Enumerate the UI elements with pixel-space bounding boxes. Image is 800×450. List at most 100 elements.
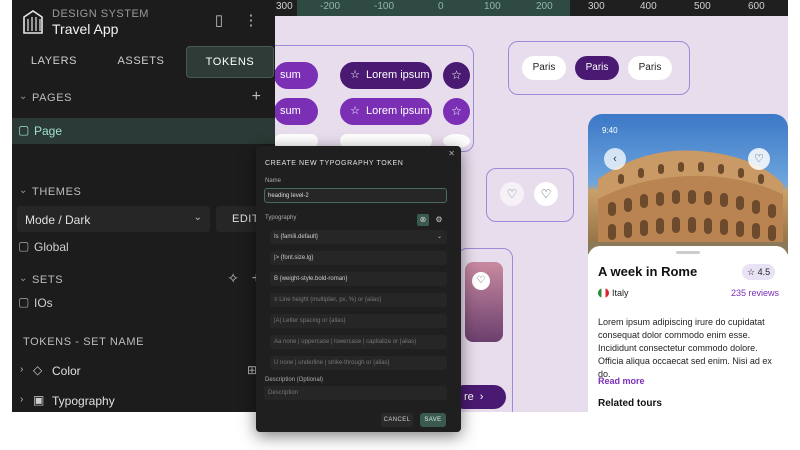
ruler-tick: 500 [694,1,711,12]
tab-tokens[interactable]: TOKENS [186,46,274,78]
chevron-down-icon: ⌄ [19,273,28,284]
theme-mode-select[interactable]: Mode / Dark ⌄ [17,206,210,232]
add-page-icon[interactable]: + [252,88,261,106]
tour-card: A week in Rome ☆ 4.5 Italy 235 reviews L… [588,246,788,412]
sidebar-item-ios[interactable]: ▢ IOs ✓ [12,290,275,316]
themes-section-header[interactable]: ⌄ THEMES [12,180,275,204]
font-family-field[interactable]: Is {famili.default} ⌄ [270,230,447,244]
chevron-left-icon: ‹ [613,153,617,165]
heart-icon-button[interactable]: ♡ [534,182,558,206]
letter-spacing-field[interactable]: |A| Letter spacing or {alias} [270,314,447,328]
tab-assets[interactable]: ASSETS [98,46,184,76]
font-weight-field[interactable]: B {weight-style.bold-roman} [270,272,447,286]
chevron-down-icon: ⌄ [19,91,28,102]
token-name-input[interactable]: heading level-2 [264,188,447,203]
sidebar-item-global[interactable]: ▢ Global ✓ [12,234,275,260]
token-group-color[interactable]: › ◇ Color ⊞ [12,358,275,384]
sidebar-header: DESIGN SYSTEM Travel App ▯ ⋮ [12,0,275,44]
app-logo-icon [23,10,43,34]
text-decoration-field[interactable]: U none | underline | strike-through or {… [270,356,447,370]
name-label: Name [265,178,282,184]
rating-badge: ☆ 4.5 [742,264,776,280]
chip-label: re [464,391,474,403]
ruler-tick: 400 [640,1,657,12]
font-family-value: {famili.default} [280,234,319,240]
global-label: Global [34,240,69,254]
ruler-tick: 100 [484,1,501,12]
font-size-value: {font.size.lg} [280,255,314,261]
chevron-down-icon: ⌄ [19,185,28,196]
ruler-tick: 200 [536,1,553,12]
drag-handle[interactable] [676,251,700,254]
italy-flag-icon [598,288,609,298]
tour-description: Lorem ipsum adipiscing irure do cupidata… [598,317,772,379]
settings-icon[interactable]: ⚙ [433,214,445,226]
more-vertical-icon[interactable]: ⋮ [242,12,260,30]
back-button[interactable]: ‹ [604,148,626,170]
star-icon: ☆ [747,267,758,277]
description-input[interactable]: Description [264,386,447,400]
tokens-sidebar: DESIGN SYSTEM Travel App ▯ ⋮ LAYERS ASSE… [12,0,275,412]
token-group-typography[interactable]: › ▣ Typography [12,388,275,414]
chip-button[interactable]: sum☆ [274,98,318,144]
sidebar-item-page[interactable]: ▢ Page [12,118,275,144]
themes-section-title: THEMES [32,186,82,198]
text-case-field[interactable]: Aa none | uppercase | lowercase | capita… [270,335,447,349]
ruler-tick: 600 [748,1,765,12]
font-weight-icon: B [274,276,279,282]
chip-label: Lorem ipsum [366,105,430,117]
text-decoration-placeholder: none | underline | strike-through or {al… [280,360,390,366]
tab-layers[interactable]: LAYERS [12,46,96,76]
token-group-label: Typography [52,394,115,408]
reviews-link[interactable]: 235 reviews [731,288,779,298]
star-icon-button[interactable]: ☆ [443,98,470,125]
ruler-tick: -100 [374,1,395,12]
favorite-button[interactable]: ♡ [748,148,770,170]
close-icon[interactable]: ✕ [448,149,455,158]
line-height-icon: ≡ [274,297,278,303]
sparkle-icon[interactable]: ✧ [227,270,239,287]
chip-button[interactable]: ☆ Lorem ipsum [340,98,432,125]
sidebar-tabs: LAYERS ASSETS TOKENS [12,46,275,78]
phone-mockup[interactable]: 9:40 ‹ ♡ A week in Rome ☆ 4.5 Italy 235 … [588,114,788,412]
font-size-field[interactable]: |> {font.size.lg} [270,251,447,265]
token-group-label: Color [52,364,81,378]
ruler-tick: -200 [320,1,341,12]
sets-section-header[interactable]: ⌄ SETS ✧ + [12,268,275,292]
text-case-placeholder: none | uppercase | lowercase | capitaliz… [283,339,417,345]
chip-label: Lorem ipsum [366,69,430,81]
heart-icon: ♡ [540,187,552,201]
read-more-link[interactable]: Read more [598,376,645,386]
page-label: Page [34,124,63,138]
link-icon[interactable]: ⊗ [417,214,429,226]
file-icon: ▢ [18,123,30,137]
colosseum-illustration [588,150,788,254]
heart-icon-button[interactable]: ♡ [500,182,524,206]
create-typography-token-dialog: CREATE NEW TYPOGRAPHY TOKEN ✕ Name headi… [256,146,461,432]
typography-label: Typography [265,215,297,221]
save-button[interactable]: SAVE [420,413,446,427]
chip-label: sum [280,69,301,81]
heart-icon-button[interactable]: ♡ [472,272,490,290]
star-icon: ☆ [350,105,360,117]
phone-status-time: 9:40 [602,126,618,135]
pages-section-header[interactable]: ⌄ PAGES + [12,86,275,110]
heart-icon: ♡ [476,275,486,286]
tokens-set-title: TOKENS - SET NAME [23,336,145,348]
theme-mode-value: Mode / Dark [25,213,91,227]
star-icon-button[interactable]: ☆ [443,62,470,89]
star-icon: ☆ [451,104,462,118]
font-weight-value: {weight-style.bold-roman} [279,276,348,282]
sets-section-title: SETS [32,274,64,286]
city-pill-selected[interactable]: Paris [575,56,619,80]
book-icon[interactable]: ▯ [210,12,228,30]
chip-button[interactable]: ☆ Lorem ipsum [340,62,432,89]
tour-title: A week in Rome [598,264,698,279]
cancel-button[interactable]: CANCEL [381,413,413,427]
heart-icon: ♡ [506,187,518,201]
line-height-field[interactable]: ≡ Line height (multiplier, px, %) or {al… [270,293,447,307]
chip-button[interactable]: sum☆ [274,62,318,108]
heart-icon: ♡ [754,153,764,165]
city-pill[interactable]: Paris [628,56,672,80]
city-pill[interactable]: Paris [522,56,566,80]
